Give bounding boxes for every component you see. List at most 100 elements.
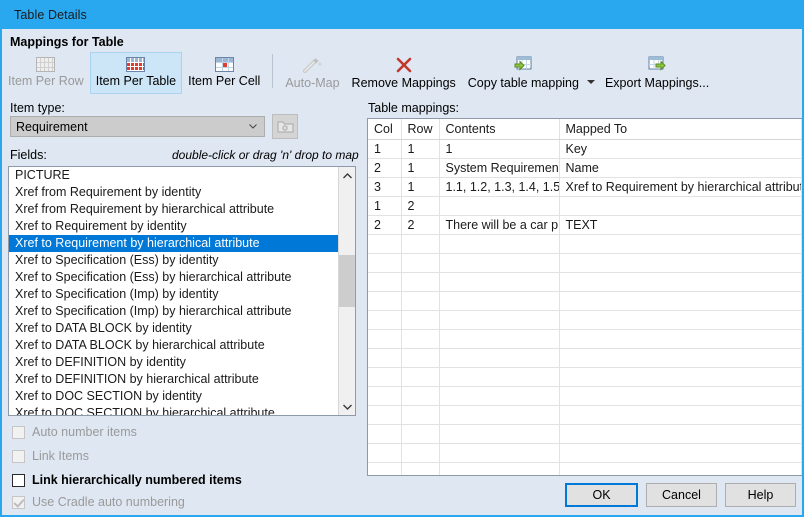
table-cell	[439, 234, 560, 254]
field-list-item[interactable]: Xref to Specification (Imp) by identity	[9, 286, 355, 303]
field-list-item[interactable]: Xref to Specification (Ess) by hierarchi…	[9, 269, 355, 286]
table-mappings-grid[interactable]: Col Row Contents Mapped To 1 1 1 Key 2 1 Syste…	[367, 118, 802, 476]
table-row[interactable]	[368, 386, 802, 406]
table-cell: 1	[368, 139, 402, 159]
table-cell	[368, 253, 402, 273]
table-row[interactable]	[368, 291, 802, 311]
table-row[interactable]	[368, 443, 802, 463]
table-row[interactable]: 1 1 1 Key	[368, 139, 802, 159]
field-list-item[interactable]: Xref to DATA BLOCK by hierarchical attri…	[9, 337, 355, 354]
field-list-item[interactable]: Xref to Specification (Ess) by identity	[9, 252, 355, 269]
table-row[interactable]	[368, 424, 802, 444]
table-cell	[368, 424, 402, 444]
table-cell: Xref to Requirement by hierarchical attr…	[559, 177, 802, 197]
table-row[interactable]	[368, 329, 802, 349]
field-list-item[interactable]: PICTURE	[9, 167, 355, 184]
fields-list-items: PICTURE Xref from Requirement by identity…	[9, 167, 355, 415]
table-cell: 2	[368, 215, 402, 235]
table-row[interactable]	[368, 367, 802, 387]
table-row[interactable]: 12	[368, 196, 802, 216]
table-cell: 1	[401, 158, 440, 178]
toolbar-button-auto-map[interactable]: Auto-Map	[279, 52, 345, 94]
table-cell: 3	[368, 177, 402, 197]
ok-button[interactable]: OK	[565, 483, 638, 507]
table-cell	[368, 386, 402, 406]
window-title: Table Details	[14, 7, 87, 22]
column-header-col[interactable]: Col	[368, 119, 402, 140]
toolbar-label: Auto-Map	[285, 76, 340, 90]
table-cell	[439, 424, 560, 444]
table-cell	[401, 443, 440, 463]
toolbar-label: Item Per Cell	[188, 74, 261, 88]
field-list-item[interactable]: Xref from Requirement by identity	[9, 184, 355, 201]
toolbar-button-export-mappings[interactable]: Export Mappings...	[599, 52, 715, 94]
field-list-item[interactable]: Xref to DEFINITION by identity	[9, 354, 355, 371]
field-list-item[interactable]: Xref to Requirement by identity	[9, 218, 355, 235]
toolbar-button-remove-mappings[interactable]: Remove Mappings	[346, 52, 462, 94]
toolbar-button-item-per-cell[interactable]: Item Per Cell	[182, 52, 266, 94]
field-list-item[interactable]: Xref to DOC SECTION by hierarchical attr…	[9, 405, 355, 415]
table-cell	[368, 291, 402, 311]
chevron-down-icon[interactable]	[586, 80, 595, 84]
table-cell	[559, 291, 802, 311]
checkbox-row[interactable]: Auto number items	[12, 425, 137, 439]
table-cell	[401, 291, 440, 311]
field-list-item[interactable]: Xref to DOC SECTION by identity	[9, 388, 355, 405]
title-bar: Table Details	[2, 0, 802, 29]
help-button[interactable]: Help	[725, 483, 796, 507]
checkbox-icon[interactable]	[12, 425, 25, 439]
item-type-select[interactable]: Requirement	[10, 116, 265, 137]
checkbox-icon[interactable]	[12, 495, 25, 509]
column-header-row[interactable]: Row	[401, 119, 440, 140]
table-cell	[439, 253, 560, 273]
table-row[interactable]	[368, 234, 802, 254]
column-header-contents[interactable]: Contents	[439, 119, 560, 140]
scroll-down-icon[interactable]	[339, 398, 355, 415]
table-cell	[559, 348, 802, 368]
toolbar-button-item-per-row[interactable]: Item Per Row	[2, 52, 90, 94]
table-cell	[559, 386, 802, 406]
table-row[interactable]	[368, 405, 802, 425]
table-row[interactable]	[368, 253, 802, 273]
checkbox-row[interactable]: Link Items	[12, 449, 89, 463]
table-row[interactable]	[368, 348, 802, 368]
table-cell: There will be a car p...	[439, 215, 560, 235]
field-list-item[interactable]: Xref from Requirement by hierarchical at…	[9, 201, 355, 218]
toolbar-button-copy-table-mapping[interactable]: Copy table mapping	[462, 52, 585, 94]
table-cell: 1.1, 1.2, 1.3, 1.4, 1.5	[439, 177, 560, 197]
field-list-item[interactable]: Xref to DATA BLOCK by identity	[9, 320, 355, 337]
magic-wand-icon	[303, 58, 323, 73]
table-cell	[439, 386, 560, 406]
item-type-label: Item type:	[10, 101, 65, 115]
checkbox-row[interactable]: Use Cradle auto numbering	[12, 495, 185, 509]
table-cell	[559, 405, 802, 425]
checkbox-label: Use Cradle auto numbering	[32, 495, 185, 509]
table-cell	[401, 405, 440, 425]
table-row[interactable]	[368, 272, 802, 292]
field-list-item[interactable]: Xref to Specification (Imp) by hierarchi…	[9, 303, 355, 320]
grid-table-icon	[126, 57, 146, 72]
fields-scrollbar[interactable]	[338, 167, 355, 415]
table-row[interactable]: 2 2 There will be a car p... TEXT	[368, 215, 802, 235]
column-header-mapped-to[interactable]: Mapped To	[559, 119, 802, 140]
checkbox-row[interactable]: Link hierarchically numbered items	[12, 473, 242, 487]
table-cell: Name	[559, 158, 802, 178]
field-list-item[interactable]: Xref to DEFINITION by hierarchical attri…	[9, 371, 355, 388]
table-cell	[559, 234, 802, 254]
checkbox-label: Auto number items	[32, 425, 137, 439]
table-row[interactable]	[368, 310, 802, 330]
browse-item-type-button[interactable]	[272, 114, 298, 139]
checkbox-icon[interactable]	[12, 449, 25, 463]
table-row[interactable]: 3 1 1.1, 1.2, 1.3, 1.4, 1.5 Xref to Require…	[368, 177, 802, 197]
scrollbar-thumb[interactable]	[339, 255, 355, 307]
cancel-button[interactable]: Cancel	[646, 483, 717, 507]
table-row[interactable]: 2 1 System Requirements Name	[368, 158, 802, 178]
table-row[interactable]	[368, 462, 802, 475]
field-list-item[interactable]: Xref to Requirement by hierarchical attr…	[9, 235, 355, 252]
scroll-up-icon[interactable]	[339, 167, 355, 184]
fields-list[interactable]: PICTURE Xref from Requirement by identity…	[8, 166, 356, 416]
table-cell	[559, 329, 802, 349]
red-x-icon	[396, 57, 411, 73]
checkbox-icon[interactable]	[12, 473, 25, 487]
toolbar-button-item-per-table[interactable]: Item Per Table	[89, 52, 183, 94]
